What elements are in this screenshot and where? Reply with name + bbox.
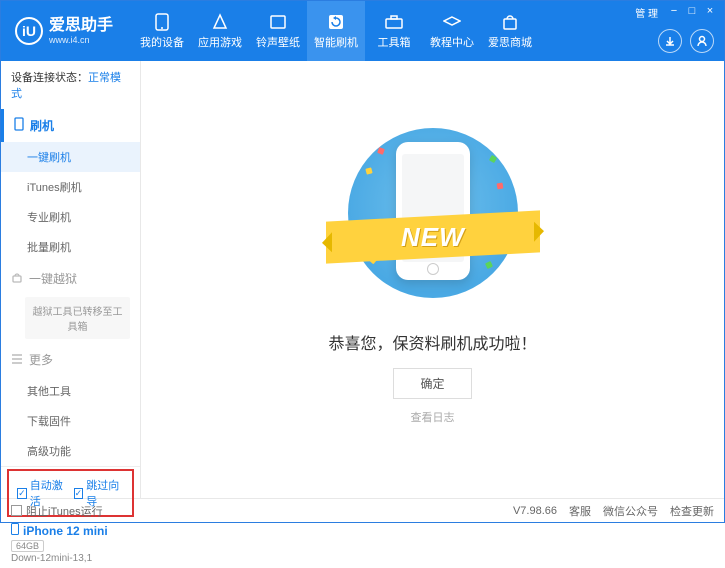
nav-label: 智能刷机: [314, 34, 358, 50]
connection-status: 设备连接状态：正常模式: [1, 61, 140, 109]
confetti-icon: [365, 167, 372, 174]
header-actions: [658, 29, 714, 53]
more-label: 更多: [29, 351, 53, 368]
nav-label: 教程中心: [430, 34, 474, 50]
sidebar-item-firmware[interactable]: 下载固件: [1, 406, 140, 436]
nav-label: 应用游戏: [198, 34, 242, 50]
view-log-link[interactable]: 查看日志: [411, 409, 455, 425]
manage-label[interactable]: 管 理: [635, 5, 658, 20]
lock-icon: [11, 271, 23, 286]
logo-icon: iU: [15, 17, 43, 45]
device-panel[interactable]: iPhone 12 mini 64GB Down-12mini-13,1: [1, 519, 140, 568]
confetti-icon: [488, 155, 496, 163]
window-controls: 管 理 − □ ×: [635, 5, 716, 20]
device-storage: 64GB: [11, 540, 44, 552]
success-illustration: NEW: [348, 120, 518, 310]
check-icon: ✓: [17, 488, 27, 499]
store-icon: [501, 13, 519, 31]
sidebar-header-label: 刷机: [30, 117, 54, 134]
status-label: 设备连接状态：: [11, 72, 88, 84]
service-link[interactable]: 客服: [569, 503, 591, 519]
wechat-link[interactable]: 微信公众号: [603, 503, 658, 519]
sidebar-section-flash[interactable]: 刷机: [1, 109, 140, 142]
nav-tutorial[interactable]: 教程中心: [423, 1, 481, 61]
logo: iU 爱思助手 www.i4.cn: [1, 17, 127, 45]
phone-tiny-icon: [11, 523, 19, 538]
nav-label: 铃声壁纸: [256, 34, 300, 50]
success-message: 恭喜您，保资料刷机成功啦！: [328, 330, 536, 354]
nav-label: 工具箱: [378, 34, 411, 50]
confetti-icon: [496, 183, 503, 190]
sidebar-item-advanced[interactable]: 高级功能: [1, 436, 140, 466]
nav-ringtones[interactable]: 铃声壁纸: [249, 1, 307, 61]
jailbreak-note: 越狱工具已转移至工具箱: [25, 297, 130, 339]
update-link[interactable]: 检查更新: [670, 503, 714, 519]
main-nav: 我的设备 应用游戏 铃声壁纸 智能刷机 工具箱 教程中心 爱思商城: [133, 1, 539, 61]
app-name: 爱思助手: [49, 17, 113, 35]
confetti-icon: [377, 147, 385, 155]
download-icon[interactable]: [658, 29, 682, 53]
ribbon-text: NEW: [401, 222, 465, 253]
sidebar-section-jailbreak[interactable]: 一键越狱: [1, 262, 140, 295]
sidebar-item-batch[interactable]: 批量刷机: [1, 232, 140, 262]
app-url: www.i4.cn: [49, 35, 113, 45]
phone-icon: [153, 13, 171, 31]
user-icon[interactable]: [690, 29, 714, 53]
sidebar-section-more[interactable]: 更多: [1, 343, 140, 376]
refresh-icon: [327, 13, 345, 31]
sidebar-item-oneclick[interactable]: 一键刷机: [1, 142, 140, 172]
sidebar-item-othertools[interactable]: 其他工具: [1, 376, 140, 406]
app-header: iU 爱思助手 www.i4.cn 我的设备 应用游戏 铃声壁纸 智能刷机 工具…: [1, 1, 724, 61]
device-name-text: iPhone 12 mini: [23, 524, 108, 538]
close-icon[interactable]: ×: [704, 5, 716, 17]
checkbox-block-itunes[interactable]: 阻止iTunes运行: [11, 503, 103, 519]
ok-button[interactable]: 确定: [393, 368, 471, 399]
main-body: 设备连接状态：正常模式 刷机 一键刷机 iTunes刷机 专业刷机 批量刷机 一…: [1, 61, 724, 498]
phone-small-icon: [14, 117, 24, 134]
sidebar: 设备连接状态：正常模式 刷机 一键刷机 iTunes刷机 专业刷机 批量刷机 一…: [1, 61, 141, 498]
nav-label: 我的设备: [140, 34, 184, 50]
minimize-icon[interactable]: −: [668, 5, 680, 17]
footer-right: V7.98.66 客服 微信公众号 检查更新: [513, 503, 714, 519]
nav-devices[interactable]: 我的设备: [133, 1, 191, 61]
maximize-icon[interactable]: □: [686, 5, 698, 17]
jailbreak-label: 一键越狱: [29, 270, 77, 287]
confetti-icon: [485, 261, 493, 269]
device-sub: Down-12mini-13,1: [11, 553, 130, 564]
sidebar-item-itunes[interactable]: iTunes刷机: [1, 172, 140, 202]
footer-label: 阻止iTunes运行: [26, 503, 103, 519]
nav-store[interactable]: 爱思商城: [481, 1, 539, 61]
toolbox-icon: [385, 13, 403, 31]
menu-icon: [11, 353, 23, 367]
version-label: V7.98.66: [513, 505, 557, 517]
nav-apps[interactable]: 应用游戏: [191, 1, 249, 61]
apps-icon: [211, 13, 229, 31]
wallpaper-icon: [269, 13, 287, 31]
main-content: NEW 恭喜您，保资料刷机成功啦！ 确定 查看日志: [141, 61, 724, 498]
nav-flash[interactable]: 智能刷机: [307, 1, 365, 61]
checkbox-empty-icon: [11, 505, 22, 516]
check-icon: ✓: [74, 488, 84, 499]
nav-label: 爱思商城: [488, 34, 532, 50]
device-name: iPhone 12 mini: [11, 523, 130, 538]
nav-toolbox[interactable]: 工具箱: [365, 1, 423, 61]
graduation-icon: [443, 13, 461, 31]
sidebar-item-pro[interactable]: 专业刷机: [1, 202, 140, 232]
